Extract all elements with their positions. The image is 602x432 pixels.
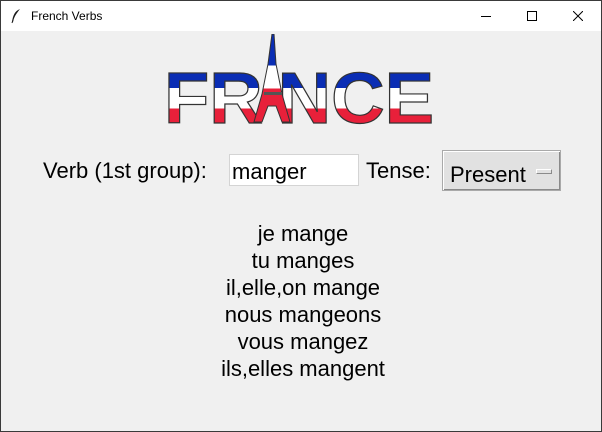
conjugation-line: nous mangeons — [224, 302, 382, 327]
conjugation-line: tu manges — [251, 248, 355, 273]
conjugation-line: je mange — [257, 221, 349, 246]
france-logo: FR NCE — [163, 33, 436, 140]
verb-form-row: Verb (1st group): Tense: Present — [1, 149, 601, 193]
title-bar[interactable]: French Verbs — [1, 1, 601, 31]
close-button[interactable] — [555, 1, 601, 31]
minimize-icon — [481, 11, 491, 21]
maximize-icon — [527, 11, 537, 21]
conjugation-line: il,elle,on mange — [225, 275, 381, 300]
conjugation-line: ils,elles mangent — [221, 356, 385, 381]
verb-input[interactable] — [229, 154, 359, 186]
app-window: French Verbs FR NCE Verb (1st group): ma… — [0, 0, 602, 432]
conjugation-line: vous mangez — [237, 329, 369, 354]
maximize-button[interactable] — [509, 1, 555, 31]
feather-icon — [10, 8, 22, 24]
logo-text: FR NCE — [164, 59, 434, 126]
option-menu-indicator-icon — [536, 169, 552, 174]
minimize-button[interactable] — [463, 1, 509, 31]
close-icon — [573, 11, 583, 21]
tense-selected-value: Present — [450, 162, 526, 187]
verb-label: Verb (1st group): — [43, 158, 207, 183]
conjugation-output: je mange tu manges il,elle,on mange nous… — [1, 220, 602, 382]
tense-label: Tense: — [366, 158, 431, 183]
france-logo-graphic: FR NCE — [163, 33, 435, 140]
tense-dropdown[interactable]: Present — [442, 150, 561, 191]
window-title: French Verbs — [31, 9, 103, 23]
